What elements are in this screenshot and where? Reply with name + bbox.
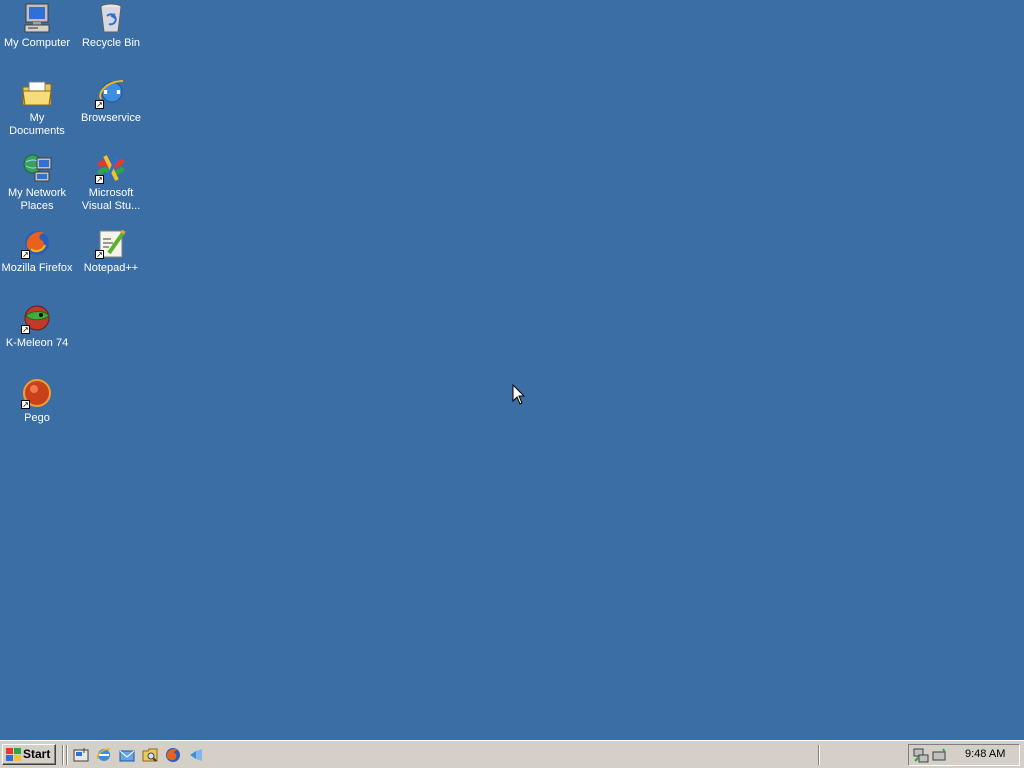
shortcut-arrow-icon: ↗ xyxy=(95,100,104,109)
shortcut-arrow-icon: ↗ xyxy=(21,250,30,259)
desktop[interactable]: My Computer Recycle Bin My Documents ↗ B… xyxy=(0,0,1024,740)
my-computer-shortcut[interactable]: My Computer xyxy=(0,2,74,50)
windows-explorer-icon[interactable] xyxy=(142,747,158,763)
outlook-express-icon[interactable] xyxy=(119,747,135,763)
icon-label: Recycle Bin xyxy=(81,37,141,49)
recycle-bin-shortcut[interactable]: Recycle Bin xyxy=(74,2,148,50)
taskbar: Start 9:48 AM xyxy=(0,740,1024,768)
network-icon[interactable] xyxy=(913,747,929,763)
taskbar-separator xyxy=(818,745,820,765)
windows-logo-icon xyxy=(6,748,21,761)
shortcut-arrow-icon: ↗ xyxy=(21,400,30,409)
notepad-plus-plus-icon: ↗ xyxy=(95,227,127,259)
firefox-icon: ↗ xyxy=(21,227,53,259)
system-tray: 9:48 AM xyxy=(908,744,1020,766)
visual-studio-icon[interactable] xyxy=(188,747,204,763)
shortcut-arrow-icon: ↗ xyxy=(95,250,104,259)
shortcut-arrow-icon: ↗ xyxy=(21,325,30,334)
icon-label: My Computer xyxy=(3,37,71,49)
taskbar-separator xyxy=(62,745,64,765)
internet-explorer-icon[interactable] xyxy=(96,747,112,763)
my-network-places-shortcut[interactable]: My Network Places xyxy=(0,152,74,213)
icon-label: My Network Places xyxy=(7,187,67,212)
pego-shortcut[interactable]: ↗ Pego xyxy=(0,377,74,425)
firefox-icon[interactable] xyxy=(165,747,181,763)
clock[interactable]: 9:48 AM xyxy=(965,748,1005,760)
my-computer-icon xyxy=(21,2,53,34)
mouse-pointer-icon xyxy=(512,384,526,405)
start-label: Start xyxy=(23,747,51,761)
start-button[interactable]: Start xyxy=(2,744,56,765)
pego-icon: ↗ xyxy=(21,377,53,409)
visual-studio-shortcut[interactable]: ↗ Microsoft Visual Stu... xyxy=(74,152,148,213)
icon-label: Browservice xyxy=(81,112,141,124)
firefox-shortcut[interactable]: ↗ Mozilla Firefox xyxy=(0,227,74,275)
icon-label: Mozilla Firefox xyxy=(1,262,73,274)
my-documents-shortcut[interactable]: My Documents xyxy=(0,77,74,138)
k-meleon-shortcut[interactable]: ↗ K-Meleon 74 xyxy=(0,302,74,350)
shortcut-arrow-icon: ↗ xyxy=(95,175,104,184)
icon-label: My Documents xyxy=(9,112,65,137)
icon-label: Pego xyxy=(24,412,50,424)
internet-explorer-icon: ↗ xyxy=(95,77,127,109)
network-places-icon xyxy=(21,152,53,184)
recycle-bin-icon xyxy=(95,2,127,34)
notepad-plus-plus-shortcut[interactable]: ↗ Notepad++ xyxy=(74,227,148,275)
icon-label: K-Meleon 74 xyxy=(5,337,69,349)
folder-icon xyxy=(21,77,53,109)
safely-remove-hardware-icon[interactable] xyxy=(931,747,947,763)
k-meleon-icon: ↗ xyxy=(21,302,53,334)
quick-launch-grip[interactable] xyxy=(66,745,68,765)
icon-label: Notepad++ xyxy=(83,262,139,274)
browservice-shortcut[interactable]: ↗ Browservice xyxy=(74,77,148,125)
visual-studio-icon: ↗ xyxy=(95,152,127,184)
show-desktop-icon[interactable] xyxy=(73,747,89,763)
icon-label: Microsoft Visual Stu... xyxy=(81,187,141,212)
